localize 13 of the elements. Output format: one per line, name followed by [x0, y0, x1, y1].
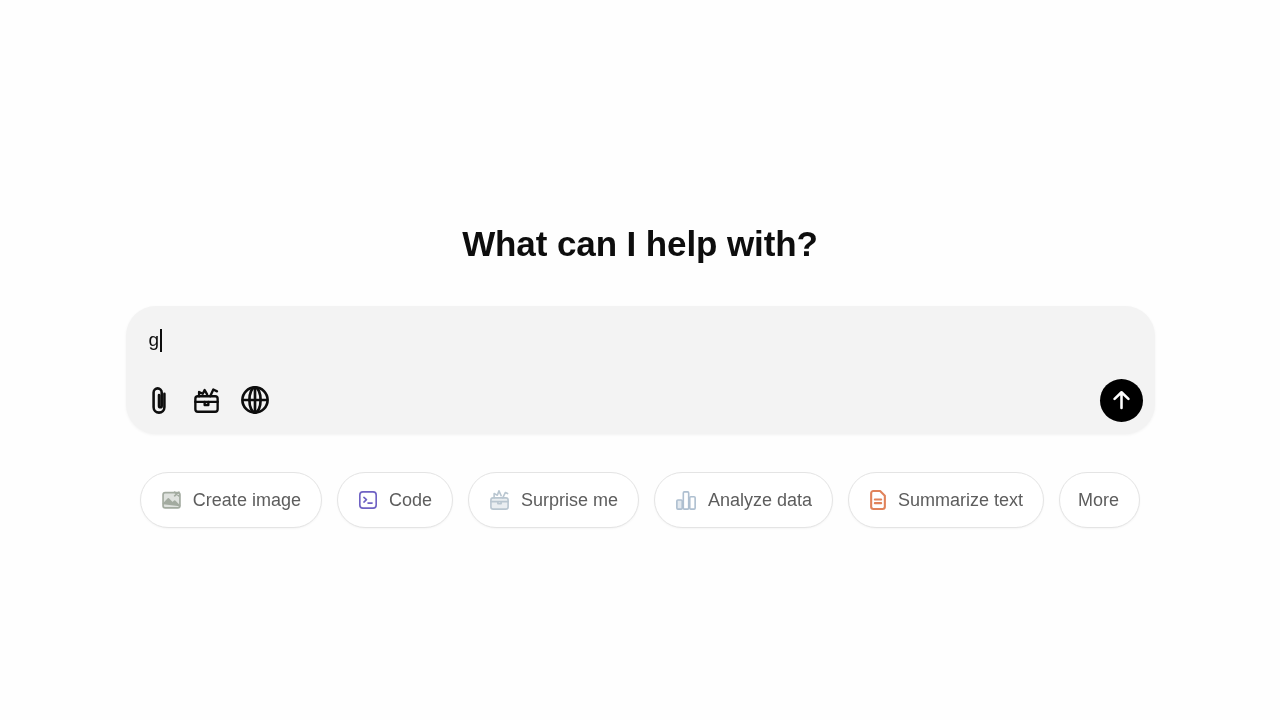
prompt-chip[interactable]: Analyze data: [654, 472, 834, 528]
prompt-chip[interactable]: Create image: [139, 472, 322, 528]
arrow-up-icon: [1112, 390, 1130, 410]
send-button[interactable]: [1099, 378, 1143, 422]
page-heading: What can I help with?: [462, 223, 818, 265]
prompt-chip[interactable]: Summarize text: [848, 472, 1045, 528]
paperclip-icon: [151, 386, 166, 414]
prompt-chip[interactable]: More: [1059, 472, 1141, 528]
prompt-chip[interactable]: Surprise me: [467, 472, 639, 528]
prompt-chip[interactable]: Code: [336, 472, 453, 528]
message-input[interactable]: g: [148, 326, 1143, 354]
globe-icon: [240, 386, 269, 414]
toolbox-icon: [194, 387, 219, 413]
